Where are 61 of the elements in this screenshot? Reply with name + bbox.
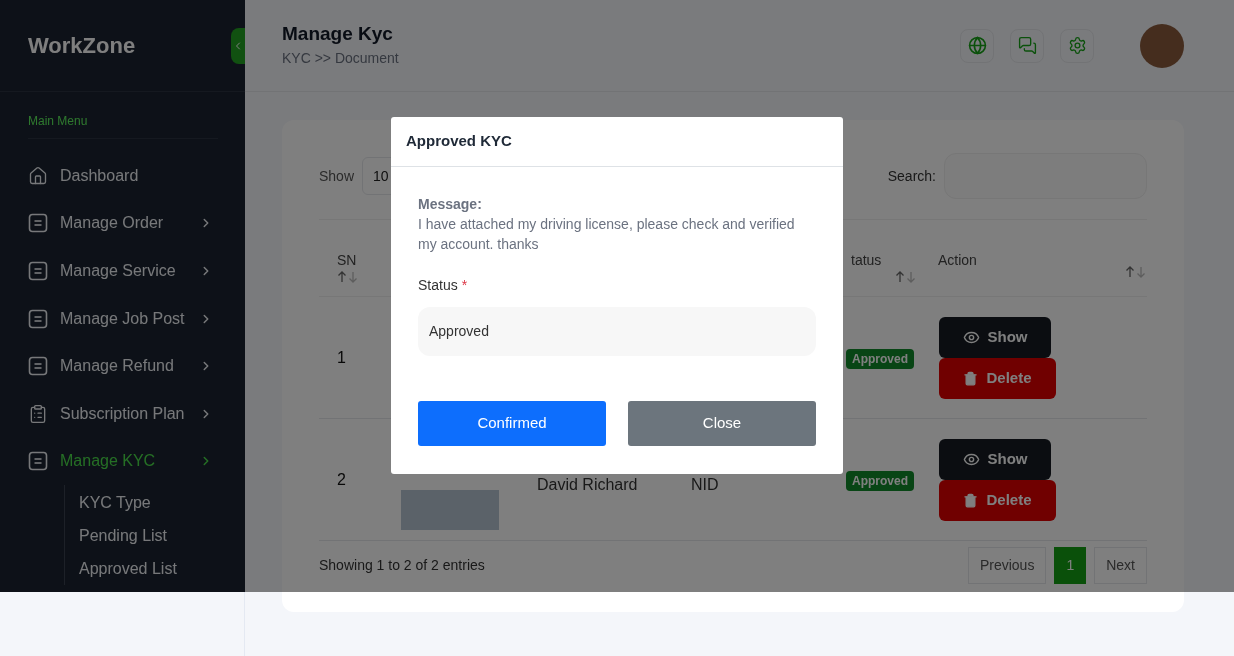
modal-title: Approved KYC (406, 131, 512, 152)
chat-bubbles-icon (1017, 36, 1037, 55)
collapse-toggle[interactable] (231, 28, 245, 64)
close-button[interactable]: Close (628, 401, 816, 446)
breadcrumb: KYC >> Document (282, 49, 399, 68)
globe-icon (967, 36, 987, 55)
column-header: SN (337, 251, 358, 270)
clipboard-icon (28, 403, 48, 424)
type-cell: NID (691, 475, 719, 493)
menu-item[interactable]: Manage Refund (28, 342, 213, 390)
menu-item[interactable]: Dashboard (28, 152, 213, 200)
list-icon (28, 356, 48, 377)
search-label: Search: (887, 166, 936, 186)
trash-icon (963, 370, 979, 386)
page-title: Manage Kyc (282, 22, 394, 46)
status-select[interactable]: Approved (418, 307, 816, 356)
menu-item[interactable]: Manage Order (28, 199, 213, 248)
sort-arrows-icon (895, 271, 917, 283)
delete-button[interactable]: Delete (939, 357, 1056, 399)
status-badge: Approved (846, 470, 914, 491)
list-icon (28, 451, 48, 472)
submenu-item[interactable]: Pending List (79, 519, 217, 553)
serial-number: 1 (336, 347, 347, 368)
settings-icon (1067, 36, 1087, 55)
submenu-item[interactable]: KYC Type (79, 486, 217, 520)
name-cell: David Richard (537, 475, 638, 493)
menu-item[interactable]: Manage Service (28, 247, 213, 295)
pagination-button[interactable]: 1 (1054, 547, 1087, 584)
list-icon (28, 213, 48, 234)
show-button[interactable]: Show (939, 316, 1051, 358)
entries-info: Showing 1 to 2 of 2 entries (319, 556, 485, 575)
status-label: Status (418, 276, 458, 295)
language-button[interactable] (960, 28, 994, 63)
menu-item[interactable]: Subscription Plan (28, 389, 213, 438)
home-icon (28, 165, 48, 186)
show-button[interactable]: Show (939, 438, 1051, 480)
trash-icon (963, 492, 979, 508)
submenu-item[interactable]: Approved List (79, 552, 217, 586)
delete-button[interactable]: Delete (939, 479, 1056, 521)
menu-item[interactable]: Manage Job Post (28, 294, 213, 343)
column-header: tatus (851, 251, 882, 270)
serial-number: 2 (336, 469, 347, 490)
messages-button[interactable] (1010, 28, 1044, 63)
section-label: Main Menu (28, 114, 88, 128)
pagination-button[interactable]: Previous (967, 547, 1047, 584)
sort-arrows-icon (1125, 266, 1147, 278)
length-label: Show (319, 166, 355, 186)
list-icon (28, 308, 48, 329)
status-badge: Approved (846, 348, 914, 369)
message-text: I have attached my driving license, please check and verified my account. thanks (418, 215, 796, 254)
list-icon (28, 261, 48, 281)
confirm-button[interactable]: Confirmed (418, 401, 606, 446)
column-header: Action (938, 251, 977, 270)
message-label: Message: (418, 195, 483, 214)
logo-text: WorkZone (28, 32, 136, 60)
avatar[interactable] (1140, 23, 1184, 68)
pagination-button[interactable]: Next (1094, 547, 1147, 584)
required-mark: * (461, 276, 468, 295)
menu-item[interactable]: Manage KYC (28, 437, 213, 486)
sort-arrows-icon (337, 271, 359, 283)
settings-button[interactable] (1060, 28, 1094, 63)
